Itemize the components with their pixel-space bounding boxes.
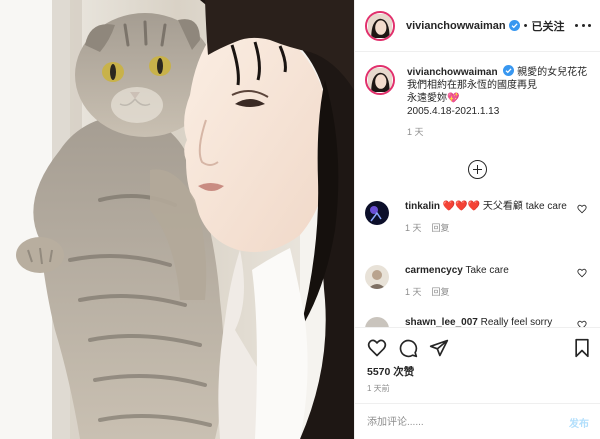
comment-username[interactable]: tinkalin [405,201,440,212]
comment-item: shawn_lee_007 Really feel sorry [365,316,595,327]
comment-avatar[interactable] [365,201,389,225]
comment-item: tinkalin ❤️❤️❤️ 天父看顧 take care 1 天 回复 [365,200,595,235]
comment-avatar[interactable] [365,265,389,289]
comment-text: Really feel sorry [480,317,553,327]
post-image [0,0,354,439]
comment-text: Take care [465,265,509,276]
post-actions: 5570 次赞 1 天前 [355,327,600,403]
share-icon[interactable] [429,338,449,358]
post-timestamp: 1 天前 [367,384,390,393]
post-details-panel: vivianchowwaiman • 已关注 vivianchowwaiman [354,0,600,439]
comment-input[interactable] [367,413,547,431]
like-comment-heart-icon[interactable] [577,320,587,327]
load-more-comments-icon[interactable] [468,160,487,179]
caption-line-1: 親愛的女兒花花 [517,67,588,78]
save-button[interactable] [572,338,592,358]
like-comment-heart-icon[interactable] [577,204,587,214]
comment-icon[interactable] [398,338,418,358]
heart-emoji: 💖 [447,93,460,104]
more-options-icon[interactable] [575,19,591,31]
caption-username[interactable]: vivianchowwaiman [407,67,498,78]
reply-button[interactable]: 回复 [432,222,450,235]
comment-avatar-image [365,201,389,225]
caption-line-2: 我們相約在那永恆的國度再見 [407,80,537,91]
post-header: vivianchowwaiman • 已关注 [355,0,600,52]
verified-badge-icon [503,65,515,76]
caption-line-3: 永遠愛妳 [407,93,447,104]
post-comment-button[interactable]: 发布 [569,415,589,430]
caption-avatar-image [368,68,392,92]
likes-count[interactable]: 5570 次赞 [367,364,414,379]
header-username[interactable]: vivianchowwaiman [406,20,506,32]
comments-list[interactable]: vivianchowwaiman 親愛的女兒花花 我們相約在那永恆的國度再見 永… [355,53,600,327]
caption-avatar[interactable] [365,65,395,95]
comment-avatar-image [365,265,389,289]
header-separator: • [523,19,528,32]
comment-item: carmencycy Take care 1 天 回复 [365,264,595,299]
comment-username[interactable]: shawn_lee_007 [405,317,478,327]
like-comment-heart-icon[interactable] [577,268,587,278]
caption-dates: 2005.4.18-2021.1.13 [407,106,500,117]
add-comment-bar: 发布 [355,403,600,439]
comment-text: ❤️❤️❤️ 天父看顧 take care [442,201,567,212]
heart-icon[interactable] [367,338,387,358]
reply-button[interactable]: 回复 [432,286,450,299]
following-button[interactable]: 已关注 [532,18,565,34]
caption-time: 1 天 [407,127,424,137]
post-photo[interactable] [0,0,354,439]
comment-avatar-image [365,317,389,327]
caption: vivianchowwaiman 親愛的女兒花花 我們相約在那永恆的國度再見 永… [365,65,595,139]
comment-avatar[interactable] [365,317,389,327]
verified-badge-icon [508,20,520,31]
comment-time: 1 天 [405,287,422,297]
bookmark-icon [575,338,589,358]
avatar-image [368,13,392,38]
comment-time: 1 天 [405,223,422,233]
comment-username[interactable]: carmencycy [405,265,463,276]
avatar[interactable] [365,10,395,41]
caption-text: vivianchowwaiman 親愛的女兒花花 我們相約在那永恆的國度再見 永… [407,65,593,139]
